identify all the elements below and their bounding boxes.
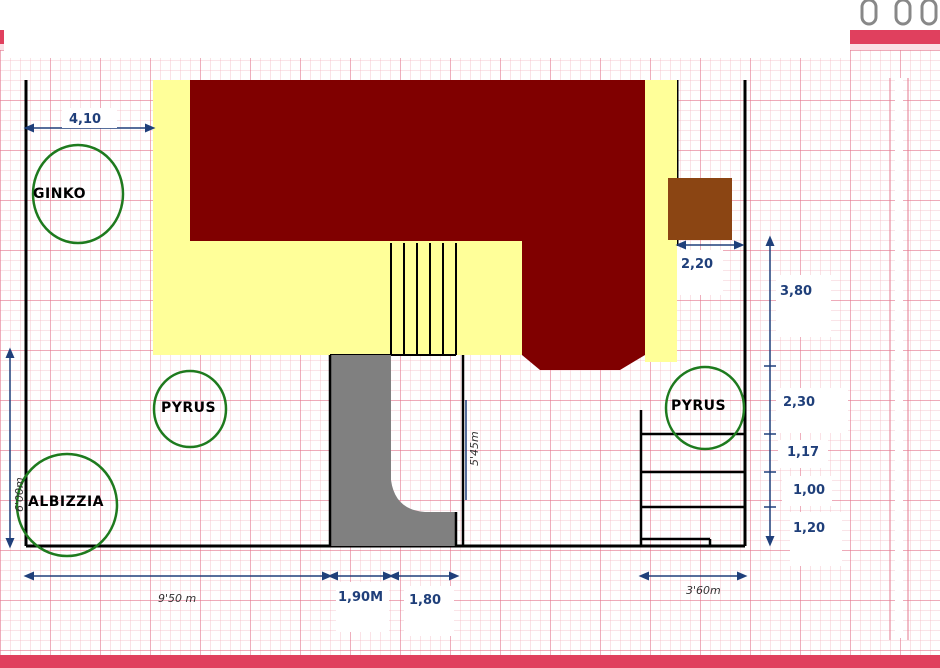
handwritten-left-height: 6'00m [13, 477, 26, 512]
garden-plan-sheet: GINKO PYRUS PYRUS ALBIZZIA 4,10 2,20 3,8… [0, 0, 940, 668]
dim-shed-width: 2,20 [681, 257, 713, 272]
label-albizzia: ALBIZZIA [28, 494, 104, 510]
garden-plan-drawing: GINKO PYRUS PYRUS ALBIZZIA 4,10 2,20 3,8… [0, 0, 940, 668]
dim-right-segment-5: 1,20 [793, 521, 825, 536]
dim-bottom-driveway: 1,90M [338, 590, 383, 605]
dim-right-segment-4: 1,00 [793, 483, 825, 498]
bottom-border-stripe [0, 655, 940, 668]
garden-shed [668, 178, 732, 240]
dim-right-segment-2: 2,30 [783, 395, 815, 410]
label-ginko: GINKO [33, 186, 86, 202]
dim-right-segment-3: 1,17 [787, 445, 819, 460]
label-pyrus-right: PYRUS [671, 398, 726, 414]
handwritten-path-length: 5'45m [468, 431, 481, 466]
handwritten-bottom-right-length: 3'60m [686, 584, 721, 597]
dim-top-left-gap: 4,10 [69, 112, 101, 127]
label-pyrus-left: PYRUS [161, 400, 216, 416]
dim-right-segment-1: 3,80 [780, 284, 812, 299]
dim-bottom-path: 1,80 [409, 593, 441, 608]
handwritten-bottom-left-length: 9'50 m [158, 592, 196, 605]
title-blank-label [4, 6, 850, 58]
